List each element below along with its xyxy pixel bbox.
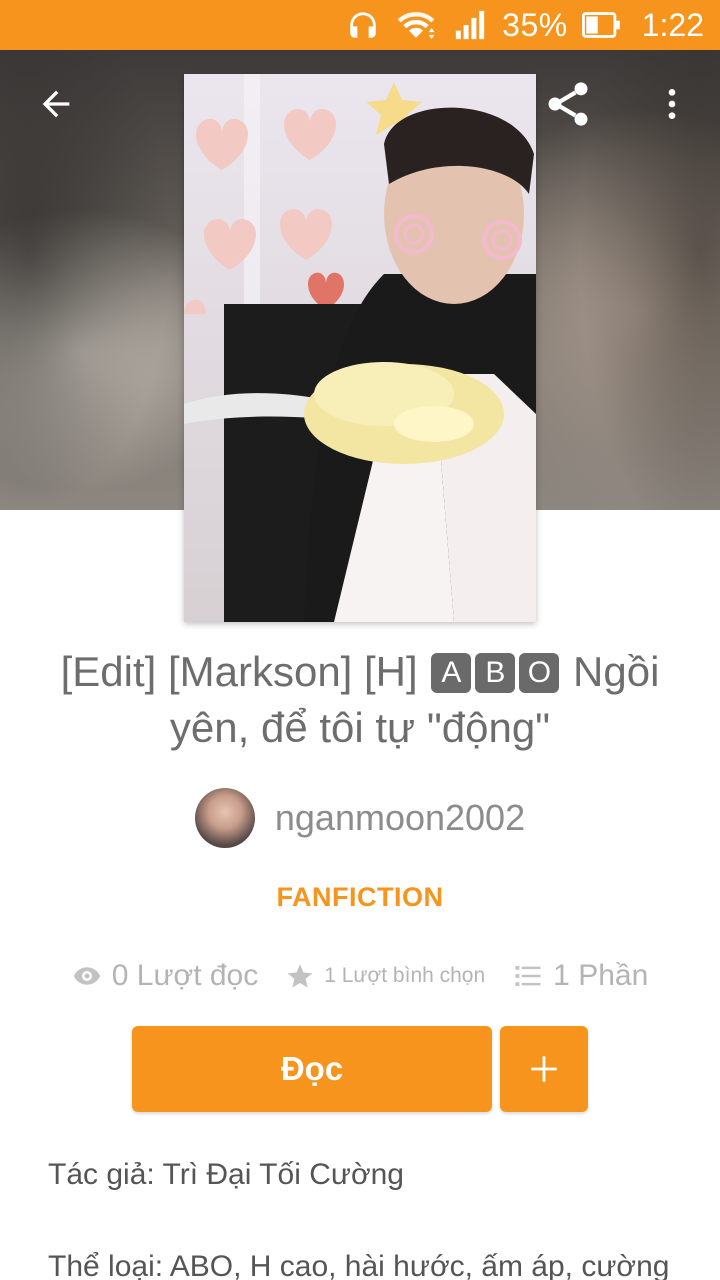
battery-percentage: 35% (502, 6, 568, 43)
parts-count: 1 Phần (553, 959, 649, 992)
share-icon (548, 82, 588, 126)
back-button[interactable] (24, 72, 88, 136)
story-cover[interactable] (184, 74, 536, 622)
plus-icon (531, 1056, 557, 1082)
abo-badge-b: B (475, 653, 516, 693)
abo-badge-o: O (519, 653, 560, 693)
parts-stat: 1 Phần (513, 959, 648, 993)
reads-count: 0 Lượt đọc (111, 959, 259, 992)
story-stats: 0 Lượt đọc 1 Lượt bình chọn 1 Phần (0, 948, 720, 1004)
reads-stat: 0 Lượt đọc (72, 959, 259, 993)
status-bar: 35% 1:22 (0, 0, 720, 50)
battery-icon (581, 10, 622, 40)
story-title: [Edit] [Markson] [H] ABO Ngồi yên, để tô… (30, 644, 690, 756)
clock: 1:22 (641, 6, 704, 43)
abo-badge-a: A (431, 653, 472, 693)
arrow-left-icon (42, 90, 70, 118)
author-name[interactable]: nganmoon2002 (275, 797, 525, 839)
wifi-icon (394, 8, 438, 42)
eye-icon (73, 967, 100, 985)
votes-count: 1 Lượt bình chọn (324, 964, 486, 987)
more-options-button[interactable] (640, 72, 704, 136)
headset-icon (346, 8, 380, 42)
more-vert-icon (668, 89, 676, 119)
votes-stat: 1 Lượt bình chọn (286, 962, 485, 990)
description-author-line: Tác giả: Trì Đại Tối Cường (48, 1158, 404, 1191)
title-line-2: yên, để tôi tự "động" (169, 704, 551, 751)
author-row[interactable]: nganmoon2002 (0, 786, 720, 850)
avatar[interactable] (194, 788, 255, 848)
read-button[interactable]: Đọc (132, 1026, 492, 1112)
title-prefix: [Edit] [Markson] [H] (60, 648, 418, 695)
cover-illustration (184, 74, 536, 622)
description-genre-line: Thể loại: ABO, H cao, hài hước, ấm áp, c… (48, 1250, 670, 1280)
star-icon (287, 964, 313, 988)
title-suffix: Ngồi (573, 648, 660, 695)
category-label[interactable]: FANFICTION (0, 882, 720, 913)
add-to-library-button[interactable] (500, 1026, 588, 1112)
signal-icon (452, 8, 488, 42)
list-icon (515, 966, 541, 986)
share-button[interactable] (536, 72, 600, 136)
